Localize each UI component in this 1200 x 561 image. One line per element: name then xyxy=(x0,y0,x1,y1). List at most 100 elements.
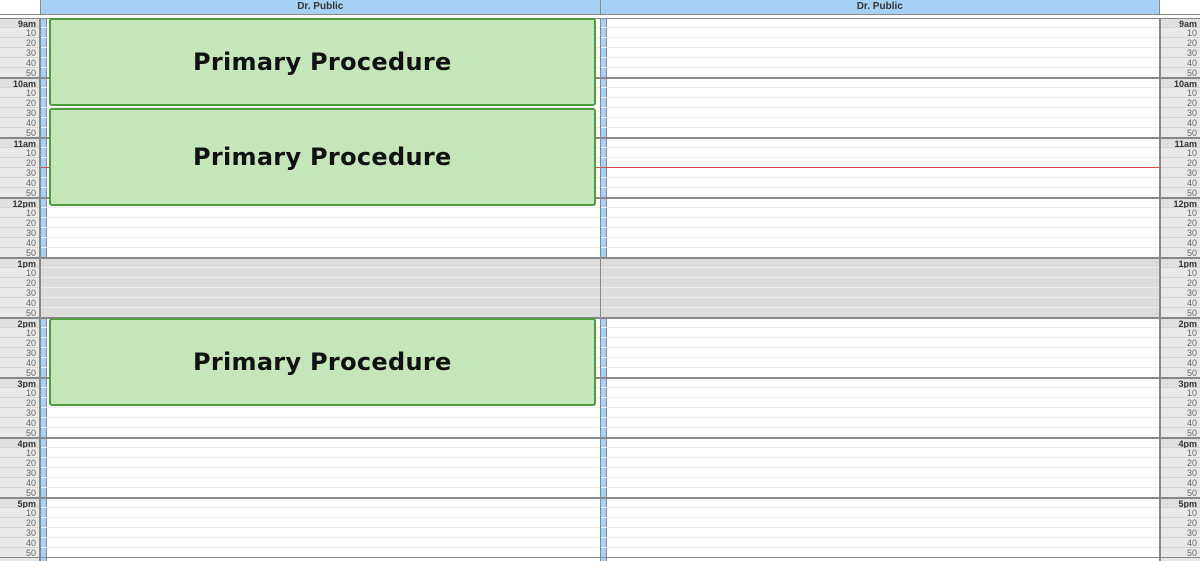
time-slot[interactable] xyxy=(41,408,600,418)
time-slot[interactable] xyxy=(601,58,1160,68)
time-slot[interactable] xyxy=(601,168,1160,178)
time-slot[interactable] xyxy=(601,68,1160,78)
time-slot[interactable] xyxy=(41,268,600,278)
time-slot[interactable] xyxy=(41,548,600,558)
time-slot[interactable] xyxy=(601,518,1160,528)
minute-tick: 40 xyxy=(1161,298,1200,308)
minute-tick: 40 xyxy=(1161,538,1200,548)
time-slot[interactable] xyxy=(601,228,1160,238)
time-slot[interactable] xyxy=(41,458,600,468)
time-slot[interactable] xyxy=(601,278,1160,288)
time-slot[interactable] xyxy=(601,268,1160,278)
time-slot[interactable] xyxy=(41,288,600,298)
time-slot[interactable] xyxy=(41,418,600,428)
time-slot[interactable] xyxy=(601,538,1160,548)
time-slot[interactable] xyxy=(41,508,600,518)
time-slot[interactable] xyxy=(601,138,1160,148)
time-slot[interactable] xyxy=(41,438,600,448)
time-slot[interactable] xyxy=(601,338,1160,348)
time-slot[interactable] xyxy=(601,148,1160,158)
time-slot[interactable] xyxy=(41,278,600,288)
time-slot[interactable] xyxy=(601,328,1160,338)
time-slot[interactable] xyxy=(41,518,600,528)
time-slot[interactable] xyxy=(601,38,1160,48)
time-slot[interactable] xyxy=(41,428,600,438)
time-slot[interactable] xyxy=(601,498,1160,508)
minute-tick: 20 xyxy=(1161,518,1200,528)
time-slot[interactable] xyxy=(601,428,1160,438)
provider-column[interactable] xyxy=(601,18,1161,561)
time-slot[interactable] xyxy=(601,218,1160,228)
appointment-block[interactable]: Primary Procedure xyxy=(49,18,596,106)
time-slot[interactable] xyxy=(601,158,1160,168)
time-slot[interactable] xyxy=(41,538,600,548)
time-slot[interactable] xyxy=(601,378,1160,388)
time-slot[interactable] xyxy=(601,198,1160,208)
appointment-label: Primary Procedure xyxy=(193,48,452,76)
minute-tick: 20 xyxy=(1161,338,1200,348)
time-slot[interactable] xyxy=(41,308,600,318)
minute-tick: 50 xyxy=(0,488,39,498)
time-slot[interactable] xyxy=(601,488,1160,498)
time-slot[interactable] xyxy=(41,478,600,488)
minute-tick: 10 xyxy=(0,148,39,158)
time-slot[interactable] xyxy=(601,118,1160,128)
time-slot[interactable] xyxy=(41,488,600,498)
time-slot[interactable] xyxy=(601,178,1160,188)
time-slot[interactable] xyxy=(601,88,1160,98)
time-slot[interactable] xyxy=(601,48,1160,58)
time-slot[interactable] xyxy=(601,398,1160,408)
time-slot[interactable] xyxy=(41,528,600,538)
time-slot[interactable] xyxy=(601,468,1160,478)
hour-label: 10am xyxy=(0,78,39,88)
time-slot[interactable] xyxy=(601,188,1160,198)
time-slot[interactable] xyxy=(601,478,1160,488)
time-slot[interactable] xyxy=(601,408,1160,418)
time-slot[interactable] xyxy=(601,348,1160,358)
time-slot[interactable] xyxy=(601,258,1160,268)
time-slot[interactable] xyxy=(601,18,1160,28)
time-slot[interactable] xyxy=(41,248,600,258)
time-slot[interactable] xyxy=(601,98,1160,108)
time-slot[interactable] xyxy=(601,298,1160,308)
time-slot[interactable] xyxy=(601,128,1160,138)
appointment-block[interactable]: Primary Procedure xyxy=(49,318,596,406)
provider-column-header[interactable]: Dr. Public xyxy=(601,0,1161,15)
time-slot[interactable] xyxy=(41,258,600,268)
time-slot[interactable] xyxy=(41,448,600,458)
time-slot[interactable] xyxy=(601,388,1160,398)
time-slot[interactable] xyxy=(601,308,1160,318)
time-slot[interactable] xyxy=(601,288,1160,298)
time-slot[interactable] xyxy=(601,238,1160,248)
time-slot[interactable] xyxy=(41,238,600,248)
time-slot[interactable] xyxy=(601,418,1160,428)
time-slot[interactable] xyxy=(601,318,1160,328)
time-slot[interactable] xyxy=(41,468,600,478)
time-slot[interactable] xyxy=(41,218,600,228)
minute-tick: 30 xyxy=(0,168,39,178)
minute-tick: 10 xyxy=(0,208,39,218)
time-slot[interactable] xyxy=(601,248,1160,258)
time-slot[interactable] xyxy=(41,208,600,218)
time-slot[interactable] xyxy=(41,498,600,508)
time-slot[interactable] xyxy=(601,458,1160,468)
time-slot[interactable] xyxy=(601,208,1160,218)
time-slot[interactable] xyxy=(601,368,1160,378)
provider-column-header[interactable]: Dr. Public xyxy=(40,0,601,15)
time-slot[interactable] xyxy=(41,228,600,238)
time-slot[interactable] xyxy=(601,358,1160,368)
time-slot[interactable] xyxy=(601,508,1160,518)
time-slot[interactable] xyxy=(601,528,1160,538)
time-slot[interactable] xyxy=(601,78,1160,88)
time-slot[interactable] xyxy=(41,298,600,308)
hour-label: 4pm xyxy=(1161,438,1200,448)
time-slot[interactable] xyxy=(601,438,1160,448)
appointment-block[interactable]: Primary Procedure xyxy=(49,108,596,206)
time-slot[interactable] xyxy=(601,28,1160,38)
hour-label: 5pm xyxy=(1161,498,1200,508)
time-slot[interactable] xyxy=(601,108,1160,118)
time-slot[interactable] xyxy=(601,548,1160,558)
minute-tick: 10 xyxy=(0,28,39,38)
provider-column[interactable]: Primary Procedure Primary Procedure Primar… xyxy=(40,18,601,561)
time-slot[interactable] xyxy=(601,448,1160,458)
